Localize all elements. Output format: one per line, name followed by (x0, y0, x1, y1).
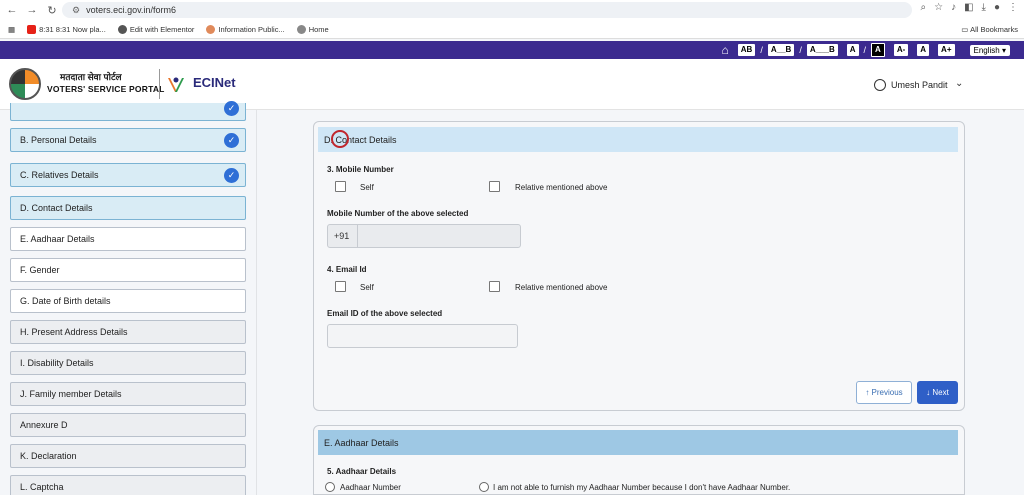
user-name[interactable]: Umesh Pandit (891, 80, 948, 90)
check-icon: ✓ (224, 101, 239, 116)
aadhaar-details-header[interactable]: E. Aadhaar Details (318, 430, 958, 455)
no-aadhaar-option: I am not able to furnish my Aadhaar Numb… (493, 483, 791, 492)
bookmark-elementor[interactable]: Edit with Elementor (117, 24, 194, 34)
font-decrease[interactable]: A- (893, 44, 909, 56)
sidebar-item-dob[interactable]: G. Date of Birth details (10, 289, 246, 313)
mobile-relative-checkbox[interactable] (489, 181, 500, 192)
email-selected-label: Email ID of the above selected (327, 309, 443, 318)
info-icon (206, 24, 216, 34)
cursor-highlight (331, 130, 349, 148)
youtube-icon (27, 24, 37, 34)
mobile-selected-label: Mobile Number of the above selected (327, 209, 469, 218)
portal-title-english: VOTERS' SERVICE PORTAL (47, 84, 165, 94)
mobile-self-checkbox[interactable] (335, 181, 346, 192)
back-icon[interactable]: ← (4, 2, 20, 18)
contact-details-panel (313, 121, 965, 411)
no-aadhaar-radio[interactable] (479, 482, 489, 492)
previous-button[interactable]: ↑ Previous (856, 381, 912, 404)
logo-divider (159, 69, 160, 99)
accessibility-bar: ⌂ AB / A__B / A___B A / A A- A A+ Englis… (0, 41, 1024, 59)
contrast-light[interactable]: A (846, 44, 859, 56)
sidebar-item-contact[interactable]: D. Contact Details (10, 196, 246, 220)
spacing-3[interactable]: A___B (806, 44, 838, 56)
extensions-icon[interactable]: ◧ (964, 2, 973, 13)
sidebar-item-gender[interactable]: F. Gender (10, 258, 246, 282)
star-icon[interactable]: ☆ (934, 2, 943, 13)
home-icon[interactable]: ⌂ (722, 43, 729, 57)
email-relative-label: Relative mentioned above (515, 283, 608, 292)
sidebar-item-relatives[interactable]: C. Relatives Details ✓ (10, 163, 246, 187)
language-select[interactable]: English ▾ (969, 44, 1010, 56)
sidebar-item-captcha[interactable]: L. Captcha (10, 475, 246, 495)
home-bookmark-icon (296, 24, 306, 34)
email-self-checkbox[interactable] (335, 281, 346, 292)
font-increase[interactable]: A+ (938, 44, 955, 56)
zoom-icon[interactable]: ⌕ (921, 2, 927, 13)
font-normal[interactable]: A (917, 44, 930, 56)
mobile-number-label: 3. Mobile Number (327, 165, 394, 174)
folder-icon: ▭ (961, 25, 971, 34)
address-bar[interactable]: ⚙ voters.eci.gov.in/form6 (62, 2, 912, 18)
email-self-label: Self (360, 283, 374, 292)
forward-icon[interactable]: → (24, 2, 40, 18)
bookmark-home[interactable]: Home (296, 24, 329, 34)
bookmark-youtube[interactable]: 8:31 8:31 Now pla... (27, 24, 106, 34)
reload-icon[interactable]: ↻ (44, 2, 60, 18)
sidebar-item-disability[interactable]: I. Disability Details (10, 351, 246, 375)
ecinet-logo-icon (168, 77, 184, 92)
email-id-label: 4. Email Id (327, 265, 367, 274)
aadhaar-question-label: 5. Aadhaar Details (327, 467, 397, 476)
sidebar-item-address[interactable]: H. Present Address Details (10, 320, 246, 344)
browser-actions: ⌕ ☆ ♪ ◧ ⤓ ● ⋮ (921, 2, 1019, 13)
next-button[interactable]: ↓ Next (917, 381, 958, 404)
email-relative-checkbox[interactable] (489, 281, 500, 292)
check-icon: ✓ (224, 168, 239, 183)
eci-logo[interactable] (9, 68, 41, 100)
spacing-2[interactable]: A__B (767, 44, 795, 56)
check-icon: ✓ (224, 133, 239, 148)
contact-details-header[interactable]: D. Contact Details (318, 127, 958, 152)
sidebar-item-annexure[interactable]: Annexure D (10, 413, 246, 437)
spacing-1[interactable]: AB (737, 44, 756, 56)
menu-icon[interactable]: ⋮ (1008, 2, 1018, 13)
sidebar-item-declaration[interactable]: K. Declaration (10, 444, 246, 468)
sidebar-item-personal[interactable]: B. Personal Details ✓ (10, 128, 246, 152)
download-icon[interactable]: ⤓ (982, 2, 986, 13)
chevron-down-icon: ▾ (1001, 45, 1006, 55)
sidebar-item-family[interactable]: J. Family member Details (10, 382, 246, 406)
sidebar-item-previous[interactable]: ✓ (10, 101, 246, 121)
aadhaar-number-radio[interactable] (325, 482, 335, 492)
ecinet-title: ECINet (193, 75, 236, 90)
apps-icon[interactable]: ▦ (8, 25, 15, 34)
url-text: voters.eci.gov.in/form6 (86, 5, 176, 15)
user-icon[interactable] (874, 79, 886, 91)
sidebar-item-aadhaar[interactable]: E. Aadhaar Details (10, 227, 246, 251)
bookmarks-bar: ▦ 8:31 8:31 Now pla... Edit with Element… (0, 20, 1024, 39)
mobile-relative-label: Relative mentioned above (515, 183, 608, 192)
all-bookmarks[interactable]: ▭ All Bookmarks (961, 25, 1018, 34)
aadhaar-number-option: Aadhaar Number (340, 483, 401, 492)
bookmark-information[interactable]: Information Public... (206, 24, 285, 34)
country-code: +91 (334, 231, 350, 241)
mic-icon[interactable]: ♪ (951, 2, 956, 13)
portal-title-hindi: मतदाता सेवा पोर्टल (60, 72, 122, 82)
globe-icon (117, 24, 127, 34)
content-divider (256, 110, 257, 495)
email-input[interactable] (327, 324, 518, 348)
user-menu-chevron-icon[interactable]: ⌄ (955, 78, 963, 89)
contrast-dark[interactable]: A (871, 43, 885, 57)
profile-icon[interactable]: ● (994, 2, 1000, 13)
mobile-self-label: Self (360, 183, 374, 192)
site-info-icon[interactable]: ⚙ (72, 5, 80, 16)
